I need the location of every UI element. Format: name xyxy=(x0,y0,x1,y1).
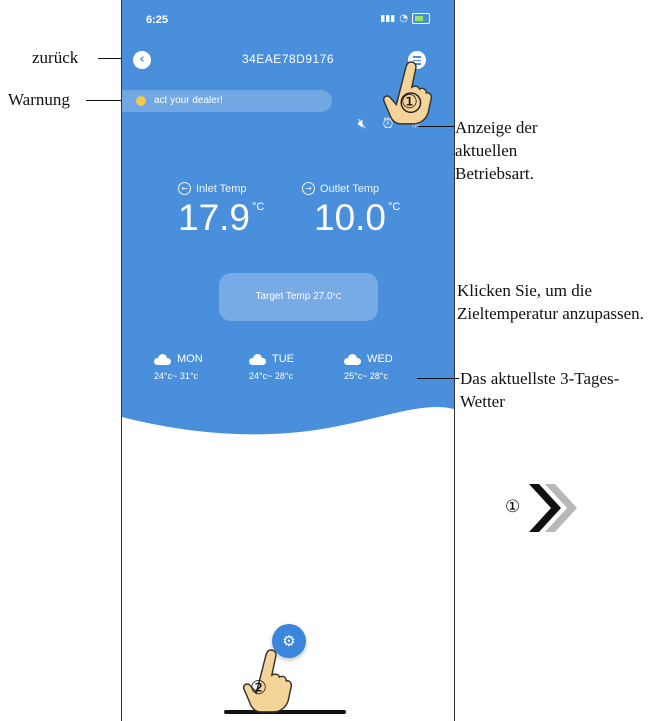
weather-range: 25°c~ 28°c xyxy=(344,371,388,381)
step1-marker: ① xyxy=(401,91,419,113)
inlet-label: Inlet Temp xyxy=(196,182,247,195)
phone-screen: 6:25 ▮▮▮ ◔ ‹ 34EAE78D9176 act your deale… xyxy=(121,0,455,721)
signal-icon: ▮▮▮ xyxy=(380,13,396,24)
callout-mode: Anzeige der aktuellen Betriebsart. xyxy=(455,118,538,183)
outlet-temp: → Outlet Temp 10.0 °C xyxy=(302,182,400,239)
callout-back: zurück xyxy=(32,48,79,67)
weather-day: TUE 24°c~ 28°c xyxy=(249,353,319,381)
cloud-icon xyxy=(249,353,266,365)
status-time: 6:25 xyxy=(146,14,169,26)
inlet-icon: ← xyxy=(178,182,191,195)
weather-range: 24°c~ 31°c xyxy=(154,371,198,381)
weather-range: 24°c~ 28°c xyxy=(249,371,293,381)
weather-forecast: MON 24°c~ 31°c TUE 24°c~ 28°c WED 25°c~ … xyxy=(154,353,414,381)
callout-warning: Warnung xyxy=(8,90,70,109)
outlet-label: Outlet Temp xyxy=(320,182,380,195)
inlet-unit: °C xyxy=(252,201,265,213)
speaker-mute-icon[interactable]: 🔇︎ xyxy=(358,116,367,132)
target-unit: °C xyxy=(332,292,342,301)
battery-icon xyxy=(412,13,430,24)
inlet-temp: ← Inlet Temp 17.9 °C xyxy=(178,182,264,239)
outlet-value: 10.0 xyxy=(314,197,387,238)
weather-day: MON 24°c~ 31°c xyxy=(154,353,224,381)
status-bar: 6:25 ▮▮▮ ◔ xyxy=(146,13,430,28)
warning-text: act your dealer! xyxy=(154,95,223,106)
weather-day-label: MON xyxy=(177,353,203,365)
weather-day-label: TUE xyxy=(272,353,294,365)
callout-weather: Das aktuellste 3-Tages-Wetter xyxy=(460,369,620,411)
leader-weather xyxy=(417,378,459,379)
target-label: Target Temp xyxy=(255,291,311,302)
leader-warning xyxy=(86,100,126,101)
warning-dot-icon xyxy=(136,96,146,106)
outlet-icon: → xyxy=(302,182,315,195)
step-next-marker: ① xyxy=(505,497,521,517)
cloud-icon xyxy=(344,353,361,365)
target-value: 27.0 xyxy=(313,291,333,302)
cloud-icon xyxy=(154,353,171,365)
weather-day: WED 25°c~ 28°c xyxy=(344,353,414,381)
target-temp-button[interactable]: Target Temp 27.0°C xyxy=(219,273,378,321)
warning-banner[interactable]: act your dealer! xyxy=(122,90,332,112)
weather-day-label: WED xyxy=(367,353,393,365)
callout-target: Klicken Sie, um die Zieltemperatur anzup… xyxy=(457,281,644,323)
wave-divider xyxy=(122,407,454,475)
outlet-unit: °C xyxy=(388,201,401,213)
leader-mode xyxy=(418,126,454,127)
status-icons: ▮▮▮ ◔ xyxy=(380,13,430,24)
inlet-value: 17.9 xyxy=(178,197,251,238)
step2-marker: ② xyxy=(250,677,268,699)
wifi-icon: ◔ xyxy=(399,13,408,24)
chevron-right-icon xyxy=(529,484,577,532)
